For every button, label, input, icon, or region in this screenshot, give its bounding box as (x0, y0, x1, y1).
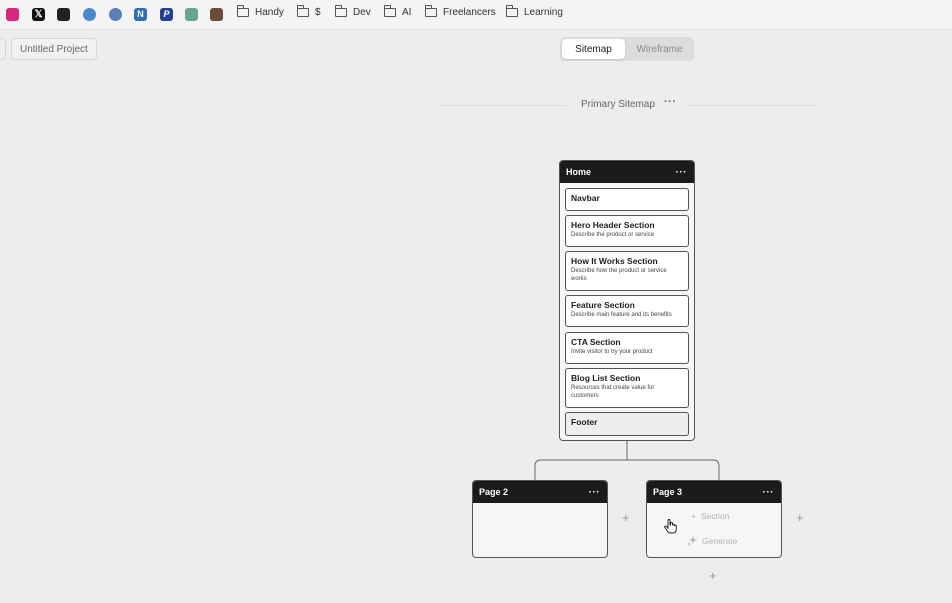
generate-button[interactable]: Generate (687, 536, 737, 546)
page-3-card-header: Page 3 ··· (647, 481, 781, 503)
page-2-card[interactable]: Page 2 ··· (472, 480, 608, 558)
section-footer[interactable]: Footer (565, 412, 689, 436)
section-how-it-works[interactable]: How It Works Section Describe how the pr… (565, 251, 689, 291)
section-title: Navbar (571, 193, 600, 203)
section-cta[interactable]: CTA Section Invite visitor to try your p… (565, 332, 689, 364)
section-title: How It Works Section (571, 256, 658, 266)
page-2-card-header: Page 2 ··· (473, 481, 607, 503)
add-section-button[interactable]: + Section (691, 511, 729, 521)
section-description: Invite visitor to try your product (571, 349, 653, 355)
section-description: Describe how the product or service work… (571, 268, 667, 282)
section-blog-list[interactable]: Blog List Section Resources that create … (565, 368, 689, 408)
page-3-menu-button[interactable]: ··· (763, 487, 775, 498)
section-description: Describe main feature and its benefits (571, 312, 672, 318)
page-3-title: Page 3 (653, 487, 683, 497)
plus-icon: + (691, 511, 696, 521)
section-title: Blog List Section (571, 373, 641, 383)
home-menu-button[interactable]: ··· (676, 167, 688, 178)
section-hero-header[interactable]: Hero Header Section Describe the product… (565, 215, 689, 247)
generate-label: Generate (702, 536, 738, 546)
add-child-page-icon[interactable]: + (709, 568, 717, 583)
home-card-header: Home ··· (560, 161, 694, 183)
page-2-menu-button[interactable]: ··· (589, 487, 601, 498)
section-title: Hero Header Section (571, 220, 655, 230)
section-title: Footer (571, 417, 598, 427)
home-page-card[interactable]: Home ··· Navbar Hero Header Section Desc… (559, 160, 695, 441)
add-sibling-page-icon[interactable]: + (796, 510, 804, 525)
section-feature[interactable]: Feature Section Describe main feature an… (565, 295, 689, 327)
page-2-title: Page 2 (479, 487, 509, 497)
section-title: Feature Section (571, 300, 635, 310)
section-description: Describe the product or service (571, 232, 655, 238)
add-sibling-page-icon[interactable]: + (622, 510, 630, 525)
home-title: Home (566, 167, 592, 177)
add-section-label: Section (700, 511, 730, 521)
section-description: Resources that create value for customer… (571, 385, 655, 399)
section-navbar[interactable]: Navbar (565, 188, 689, 211)
section-title: CTA Section (571, 337, 621, 347)
hand-cursor-icon (664, 519, 677, 534)
sparkle-icon (687, 536, 697, 546)
